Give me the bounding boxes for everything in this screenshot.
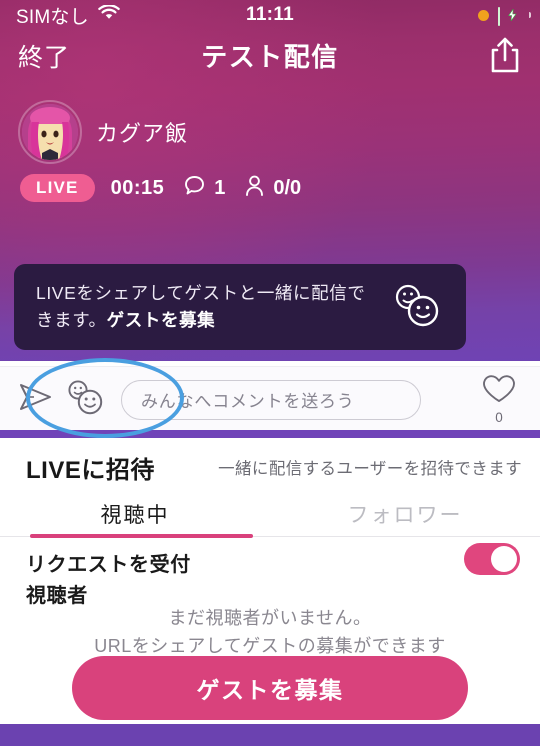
- person-icon: [245, 175, 264, 201]
- bottom-purple-bar: [0, 724, 540, 746]
- share-banner-text-bold: ゲストを募集: [106, 310, 216, 330]
- share-button[interactable]: [490, 36, 520, 79]
- tab-followers[interactable]: フォロワー: [270, 492, 540, 536]
- two-faces-icon: [390, 282, 444, 333]
- comment-count-group: 1: [184, 175, 225, 201]
- guest-invite-button[interactable]: [60, 378, 112, 421]
- comment-input-placeholder: みんなへコメントを送ろう: [141, 392, 355, 411]
- avatar-ring: [18, 100, 82, 164]
- request-accept-label: リクエストを受付: [26, 554, 191, 576]
- send-arrow-icon: [18, 382, 54, 417]
- page-title: テスト配信: [201, 42, 339, 72]
- live-timer: 00:15: [110, 176, 165, 199]
- two-faces-icon: [63, 378, 109, 421]
- viewer-count: 0/0: [273, 176, 302, 199]
- live-badge: LIVE: [20, 174, 95, 202]
- share-live-banner[interactable]: LIVEをシェアしてゲストと一緒に配信できます。ゲストを募集: [14, 264, 466, 350]
- streamer-name: カグア飯: [96, 121, 189, 146]
- viewers-empty-state: まだ視聴者がいません。 URLをシェアしてゲストの募集ができます: [0, 605, 540, 661]
- comment-bubble-icon: [184, 175, 205, 201]
- status-bar-right: [478, 6, 531, 26]
- invite-tabs: 視聴中 フォロワー: [0, 492, 540, 536]
- live-streaming-screen: SIMなし 11:11 終了 テスト配信 カグア飯 LIVE 00:15 1 0…: [0, 0, 540, 746]
- invite-subtitle: 一緒に配信するユーザーを招待できます: [218, 460, 522, 478]
- like-button[interactable]: 0: [482, 374, 516, 425]
- like-count: 0: [495, 410, 503, 425]
- avatar[interactable]: [22, 104, 78, 160]
- viewers-section-label: 視聴者: [26, 585, 88, 607]
- share-icon: [490, 37, 520, 78]
- toggle-knob: [491, 546, 517, 572]
- tab-watching[interactable]: 視聴中: [0, 492, 270, 536]
- comment-input[interactable]: みんなへコメントを送ろう: [121, 379, 421, 420]
- invite-title: LIVEに招待: [26, 457, 155, 484]
- live-meta-row: LIVE 00:15 1 0/0: [20, 174, 301, 202]
- status-bar: SIMなし 11:11: [0, 0, 540, 30]
- send-arrow-button[interactable]: [14, 382, 58, 417]
- purple-divider-band: [0, 430, 540, 438]
- battery-charging-icon: [498, 6, 531, 26]
- request-accept-toggle[interactable]: [464, 543, 520, 575]
- active-tab-underline: [30, 534, 253, 538]
- comment-bar: みんなへコメントを送ろう 0: [0, 366, 540, 432]
- orange-dot-icon: [478, 9, 489, 21]
- status-bar-clock: 11:11: [246, 4, 294, 25]
- comment-count: 1: [214, 176, 226, 199]
- viewer-count-group: 0/0: [245, 175, 301, 201]
- recruit-guest-button[interactable]: ゲストを募集: [72, 656, 468, 720]
- invite-header: LIVEに招待 一緒に配信するユーザーを招待できます: [0, 446, 540, 490]
- share-banner-text: LIVEをシェアしてゲストと一緒に配信できます。ゲストを募集: [36, 280, 390, 333]
- empty-state-line-1: まだ視聴者がいません。: [168, 608, 372, 628]
- heart-outline-icon: [482, 374, 516, 409]
- streamer-info[interactable]: カグア飯: [18, 100, 188, 164]
- navigation-bar: 終了 テスト配信: [0, 34, 540, 88]
